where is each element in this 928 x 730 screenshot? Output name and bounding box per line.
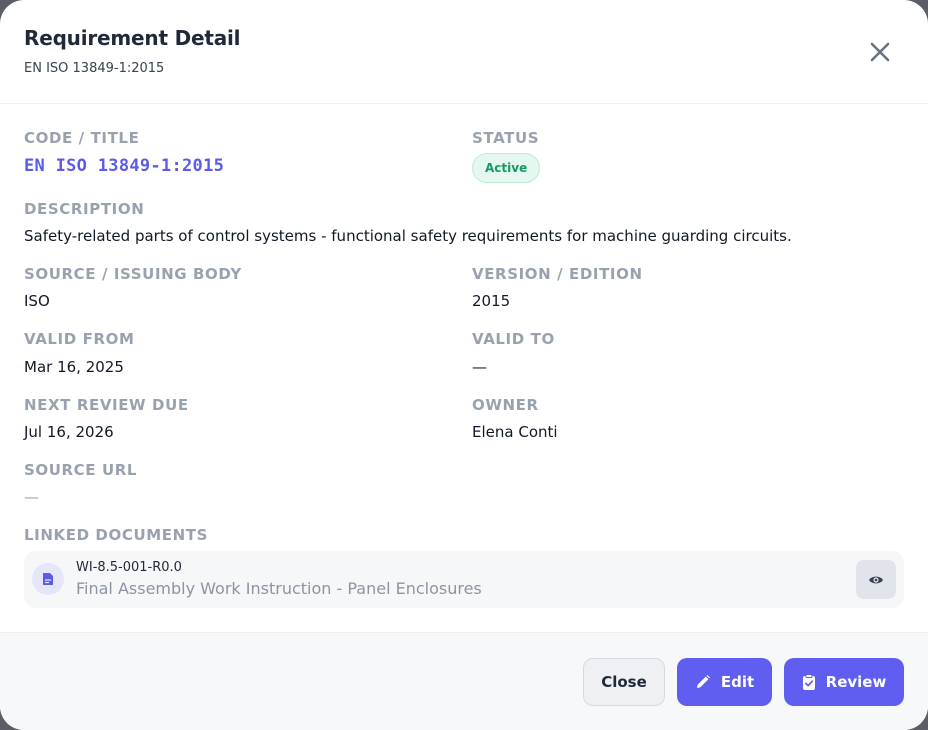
valid-from-value: Mar 16, 2025 — [24, 358, 124, 376]
status-badge: Active — [472, 153, 541, 183]
modal-subtitle: EN ISO 13849-1:2015 — [24, 61, 165, 76]
source-url-value: — — [24, 488, 39, 506]
view-document-button[interactable] — [856, 560, 896, 599]
source-label: SOURCE / ISSUING BODY — [24, 265, 242, 283]
source-value: ISO — [24, 292, 50, 310]
review-button-label: Review — [825, 673, 887, 691]
owner-label: OWNER — [472, 396, 539, 414]
close-icon[interactable] — [862, 34, 898, 70]
owner-value: Elena Conti — [472, 423, 558, 441]
valid-to-value: — — [472, 358, 487, 376]
linked-document-item[interactable]: WI-8.5-001-R0.0 Final Assembly Work Inst… — [24, 551, 904, 608]
valid-from-label: VALID FROM — [24, 330, 135, 348]
requirement-detail-modal: Requirement Detail EN ISO 13849-1:2015 C… — [0, 0, 928, 730]
linked-document-title: Final Assembly Work Instruction - Panel … — [76, 579, 482, 598]
source-url-label: SOURCE URL — [24, 461, 138, 479]
version-value: 2015 — [472, 292, 511, 310]
modal-footer: Close Edit Review — [0, 632, 928, 730]
next-review-value: Jul 16, 2026 — [24, 423, 114, 441]
modal-header: Requirement Detail EN ISO 13849-1:2015 — [0, 0, 928, 104]
linked-document-code: WI-8.5-001-R0.0 — [76, 560, 182, 575]
description-value: Safety-related parts of control systems … — [24, 227, 792, 245]
edit-button[interactable]: Edit — [677, 658, 772, 706]
code-title-value: EN ISO 13849-1:2015 — [24, 156, 225, 176]
next-review-label: NEXT REVIEW DUE — [24, 396, 189, 414]
clipboard-check-icon — [802, 673, 816, 691]
pencil-icon — [695, 674, 711, 690]
valid-to-label: VALID TO — [472, 330, 555, 348]
linked-documents-label: LINKED DOCUMENTS — [24, 526, 208, 544]
status-label: STATUS — [472, 129, 540, 147]
close-button[interactable]: Close — [583, 658, 665, 706]
modal-title: Requirement Detail — [24, 26, 241, 50]
eye-icon — [868, 574, 884, 586]
edit-button-label: Edit — [720, 673, 755, 691]
version-label: VERSION / EDITION — [472, 265, 643, 283]
review-button[interactable]: Review — [784, 658, 904, 706]
description-label: DESCRIPTION — [24, 200, 145, 218]
code-title-label: CODE / TITLE — [24, 129, 140, 147]
document-icon — [32, 563, 64, 595]
